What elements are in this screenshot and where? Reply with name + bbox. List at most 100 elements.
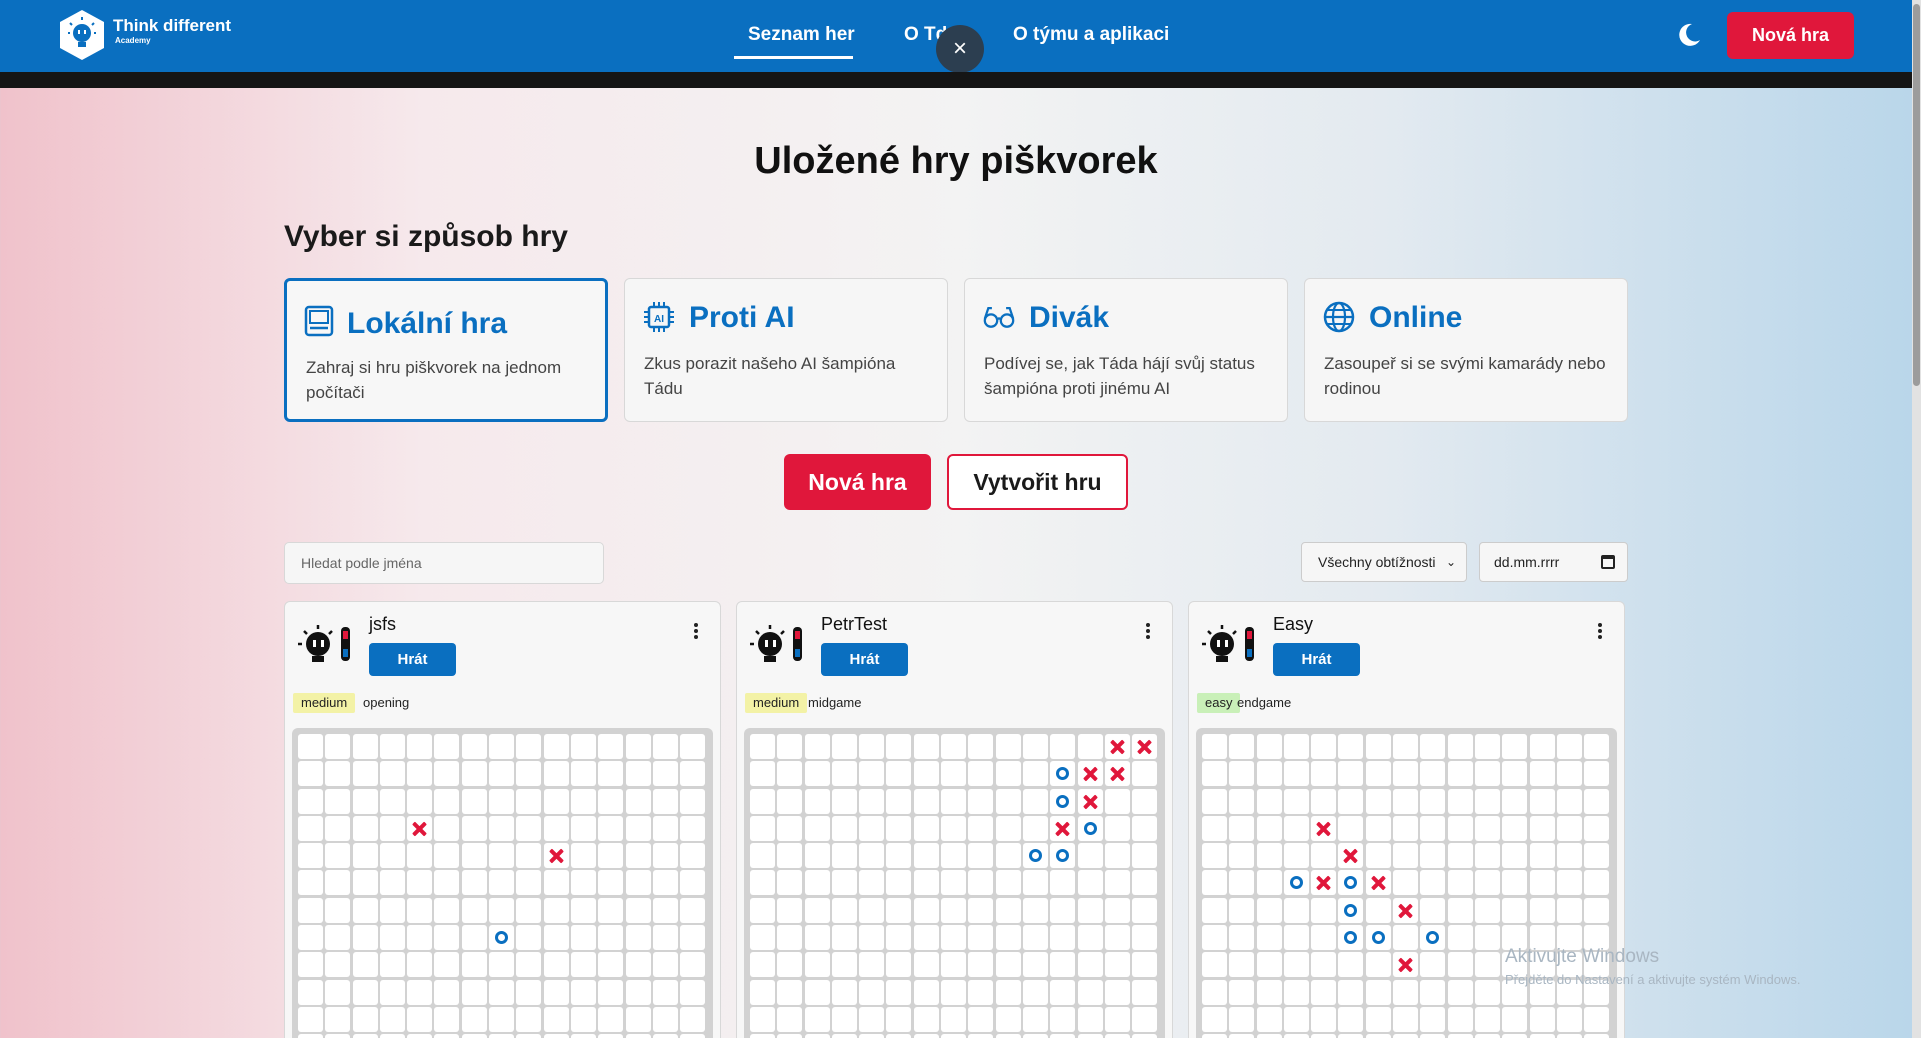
board-cell <box>434 897 460 923</box>
board-cell <box>1584 870 1610 896</box>
board-cell <box>913 788 939 814</box>
logo-icon[interactable] <box>57 9 107 61</box>
board-cell <box>886 734 912 759</box>
board-cell <box>352 761 378 787</box>
board-cell <box>1474 815 1500 841</box>
mode-card-spectator[interactable]: Divák Podívej se, jak Táda hájí svůj sta… <box>964 278 1288 422</box>
board-cell <box>379 788 405 814</box>
board-cell <box>1338 1006 1364 1032</box>
board-cell <box>434 870 460 896</box>
board-cell <box>434 815 460 841</box>
board-cell <box>1556 1034 1582 1038</box>
board-cell <box>1256 979 1282 1005</box>
board-cell <box>1132 843 1158 869</box>
more-options-icon[interactable] <box>1597 622 1603 642</box>
mode-card-title: Lokální hra <box>347 307 508 340</box>
board-cell <box>968 979 994 1005</box>
o-mark <box>1338 925 1364 951</box>
board-cell <box>1393 788 1419 814</box>
board-cell <box>1584 815 1610 841</box>
board-cell <box>968 843 994 869</box>
board-cell <box>298 843 323 869</box>
board-cell <box>298 1006 323 1032</box>
board-cell <box>1365 815 1391 841</box>
board-cell <box>680 870 706 896</box>
board-cell <box>1474 1034 1500 1038</box>
x-mark <box>1365 870 1391 896</box>
board-cell <box>680 788 706 814</box>
board-cell <box>750 925 775 951</box>
board-cell <box>516 843 542 869</box>
board-cell <box>913 1006 939 1032</box>
globe-icon <box>1323 301 1355 333</box>
search-input[interactable]: Hledat podle jména <box>284 542 604 584</box>
board-cell <box>1365 897 1391 923</box>
page-scrollbar[interactable] <box>1912 0 1921 1038</box>
board-cell <box>325 1034 351 1038</box>
board-cell <box>1311 788 1337 814</box>
nav-item-o-tymu[interactable]: O týmu a aplikaci <box>1013 24 1169 46</box>
board-cell <box>1556 734 1582 759</box>
board-cell <box>1077 734 1103 759</box>
game-card[interactable]: jsfs Hrát medium opening <box>284 601 721 1038</box>
play-button[interactable]: Hrát <box>821 643 908 676</box>
board-cell <box>1283 979 1309 1005</box>
board-cell <box>1338 979 1364 1005</box>
play-button[interactable]: Hrát <box>1273 643 1360 676</box>
scrollbar-thumb[interactable] <box>1913 4 1920 386</box>
board-cell <box>1077 843 1103 869</box>
board-cell <box>407 952 433 978</box>
board-cell <box>379 952 405 978</box>
board-cell <box>652 925 678 951</box>
board-cell <box>1050 1034 1076 1038</box>
board-cell <box>995 788 1021 814</box>
new-game-button[interactable]: Nová hra <box>784 454 931 510</box>
game-board <box>292 728 713 1038</box>
board-cell <box>543 734 569 759</box>
board-cell <box>1502 788 1528 814</box>
board-cell <box>1229 815 1255 841</box>
board-cell <box>995 761 1021 787</box>
board-cell <box>1365 979 1391 1005</box>
create-game-button[interactable]: Vytvořit hru <box>947 454 1128 510</box>
board-cell <box>516 734 542 759</box>
board-cell <box>1104 979 1130 1005</box>
game-phase: endgame <box>1237 695 1292 710</box>
header-new-game-button[interactable]: Nová hra <box>1727 12 1854 59</box>
mode-card-ai[interactable]: AI Proti AI Zkus porazit našeho AI šampi… <box>624 278 948 422</box>
board-cell <box>489 761 515 787</box>
board-cell <box>379 734 405 759</box>
game-card[interactable]: PetrTest Hrát medium midgame <box>736 601 1173 1038</box>
board-cell <box>1420 870 1446 896</box>
board-cell <box>1256 815 1282 841</box>
date-input[interactable]: dd.mm.rrrr <box>1479 542 1628 582</box>
board-cell <box>1229 870 1255 896</box>
board-cell <box>777 1006 803 1032</box>
moon-icon[interactable] <box>1676 22 1702 48</box>
board-cell <box>1556 815 1582 841</box>
board-cell <box>570 952 596 978</box>
board-cell <box>750 734 775 759</box>
board-cell <box>1420 897 1446 923</box>
mode-card-online[interactable]: Online Zasoupeř si se svými kamarády neb… <box>1304 278 1628 422</box>
board-cell <box>941 1034 967 1038</box>
board-cell <box>1502 870 1528 896</box>
more-options-icon[interactable] <box>1145 622 1151 642</box>
board-cell <box>941 870 967 896</box>
board-cell <box>1365 843 1391 869</box>
mode-card-local[interactable]: Lokální hra Zahraj si hru piškvorek na j… <box>284 278 608 422</box>
difficulty-select[interactable]: Všechny obtížnosti ⌄ <box>1301 542 1467 582</box>
board-cell <box>995 815 1021 841</box>
more-options-icon[interactable] <box>693 622 699 642</box>
board-cell <box>434 734 460 759</box>
board-cell <box>1365 761 1391 787</box>
nav-item-seznam-her[interactable]: Seznam her <box>748 24 855 46</box>
board-cell <box>1104 815 1130 841</box>
board-cell <box>831 1034 857 1038</box>
play-button[interactable]: Hrát <box>369 643 456 676</box>
board-cell <box>886 1006 912 1032</box>
close-icon[interactable]: × <box>936 25 984 73</box>
board-cell <box>325 843 351 869</box>
calendar-icon[interactable] <box>1601 555 1615 569</box>
board-cell <box>941 897 967 923</box>
